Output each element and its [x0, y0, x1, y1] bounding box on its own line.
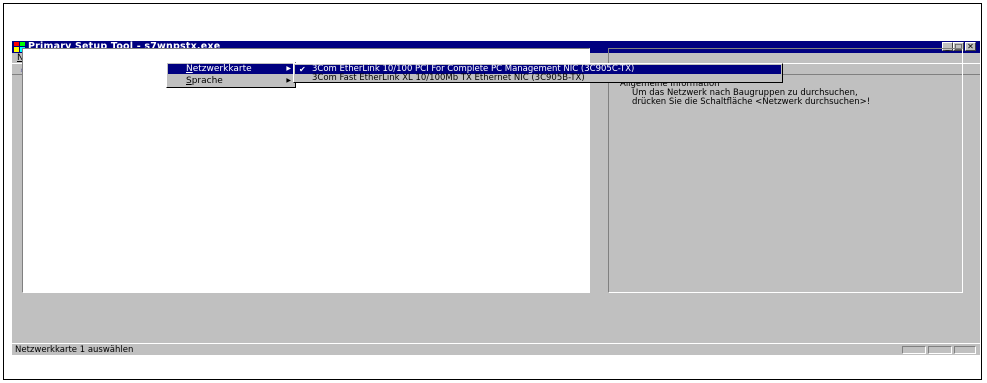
status-panel	[902, 346, 926, 354]
status-panel	[954, 346, 976, 354]
submenu-arrow-icon: ▶	[286, 65, 291, 72]
einstellungen-dropdown: Netzwerkkarte ▶ Sprache ▶	[166, 62, 296, 88]
status-panel	[928, 346, 952, 354]
status-bar: Netzwerkkarte 1 auswählen	[12, 343, 980, 355]
netzwerkkarte-submenu: ✔ 3Com EtherLink 10/100 PCI For Complete…	[293, 63, 783, 83]
submenu-arrow-icon: ▶	[286, 77, 291, 84]
status-text: Netzwerkkarte 1 auswählen	[15, 345, 134, 355]
close-button[interactable]: ✕	[965, 42, 976, 51]
nic-option-3c905b[interactable]: 3Com Fast EtherLink XL 10/100Mb TX Ether…	[295, 74, 781, 83]
info-text: Um das Netzwerk nach Baugruppen zu durch…	[632, 89, 962, 107]
device-tree-pane[interactable]	[22, 48, 590, 293]
checkmark-icon: ✔	[299, 65, 306, 74]
menu-item-sprache[interactable]: Sprache ▶	[168, 76, 294, 86]
menu-item-netzwerkkarte[interactable]: Netzwerkkarte ▶	[168, 64, 294, 74]
info-text-line-2: drücken Sie die Schaltfläche <Netzwerk d…	[632, 97, 871, 107]
